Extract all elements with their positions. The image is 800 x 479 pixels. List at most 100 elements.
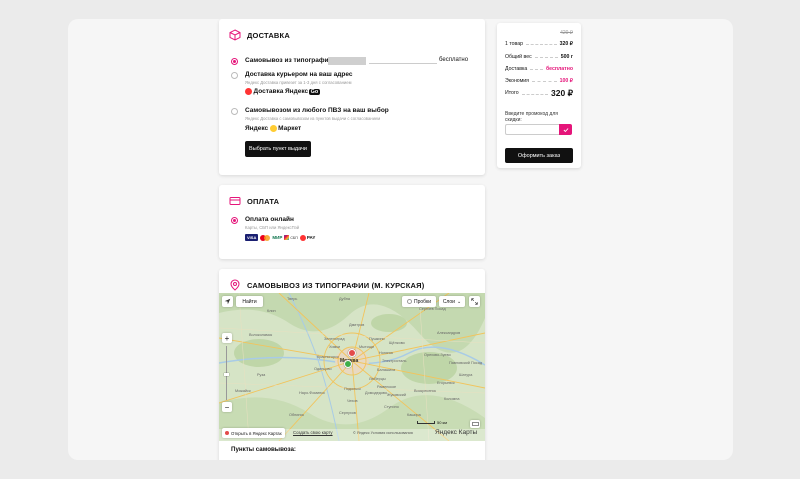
map-ruler-button[interactable]: [470, 420, 480, 428]
summary-row-value: 500 г: [560, 53, 573, 60]
yandex-delivery-icon: [245, 88, 252, 95]
payment-logos: VISA МИР СБП PAY: [245, 234, 315, 241]
traffic-light-icon: [407, 299, 412, 304]
summary-row-value: 320 ₽: [559, 40, 573, 47]
map-place-label: Зеленоград: [324, 337, 345, 341]
mir-logo: МИР: [272, 235, 283, 240]
map-place-label: Клин: [267, 309, 276, 313]
map-place-label: Обнинск: [289, 413, 305, 417]
total-label: Итого: [505, 90, 519, 96]
chevron-down-icon: ⌄: [456, 298, 462, 305]
radio-pickup[interactable]: [231, 58, 238, 65]
map-zoom-in-button[interactable]: +: [222, 333, 232, 343]
summary-row-leader: [530, 69, 543, 70]
map-place-label: Шатура: [459, 373, 473, 377]
map-place-label: Александров: [437, 331, 461, 335]
radio-pvz[interactable]: [231, 108, 238, 115]
yandex-delivery-text: Доставка: [253, 88, 284, 95]
map-pin-icon: [225, 431, 229, 435]
choose-pickup-point-button[interactable]: Выбрать пункт выдачи: [245, 141, 311, 157]
yandex-market-icon: [269, 125, 277, 132]
order-summary-card: 420 ₽ 1 товар 320 ₽ Общий вес 500 г Доставка…: [497, 23, 581, 168]
option-pickup-title: Самовывоз из типографии: [245, 57, 333, 64]
summary-row-label: Экономия: [505, 77, 529, 84]
online-payment-title: Оплата онлайн: [245, 216, 294, 223]
payment-title: ОПЛАТА: [247, 196, 280, 206]
map-place-label: Орехово-Зуево: [424, 353, 451, 357]
map-canvas: [219, 293, 485, 441]
summary-row: Доставка бесплатно: [505, 64, 573, 73]
map-layers-button[interactable]: Слои ⌄: [439, 296, 465, 307]
promo-apply-button[interactable]: [559, 124, 572, 135]
yandex-pay-icon: [299, 234, 306, 241]
map-marker-red[interactable]: [348, 349, 356, 357]
traffic-button-label: Пробки: [414, 298, 431, 305]
yandex-delivery-logo: Доставка: [245, 88, 283, 95]
map-zoom-handle[interactable]: [224, 373, 229, 376]
map-place-label: Коломна: [444, 397, 460, 401]
summary-row-label: Общий вес: [505, 53, 532, 60]
map-fullscreen-button[interactable]: [469, 296, 480, 307]
promo-input[interactable]: [505, 124, 559, 135]
map-place-label: Люберцы: [369, 377, 386, 381]
summary-row: Общий вес 500 г: [505, 52, 573, 61]
map-place-label: Руза: [257, 373, 266, 377]
map-place-label: Ступино: [384, 405, 399, 409]
map-zoom-out-button[interactable]: −: [222, 402, 232, 412]
option-pvz-title: Самовывозом из любого ПВЗ на ваш выбор: [245, 107, 389, 114]
summary-row-leader: [526, 44, 557, 45]
expand-icon: [471, 298, 478, 305]
map-marker-green[interactable]: [344, 360, 352, 368]
yandex-go-logo: Яндекс Go: [285, 88, 320, 95]
map-place-label: Наро-Фоминск: [299, 391, 325, 395]
delivery-header: ДОСТАВКА: [229, 27, 290, 43]
delivery-title: ДОСТАВКА: [247, 30, 290, 40]
map-place-label: Ногинск: [379, 351, 394, 355]
map-place-label: Воскресенск: [414, 389, 437, 393]
map-place-label: Балашиха: [377, 368, 396, 372]
option-courier-title: Доставка курьером на ваш адрес: [245, 71, 353, 78]
yandex-maps-brand: Яндекс Карты: [435, 429, 478, 436]
option-pvz-subtitle: Яндекс Доставка с самовывозом из пунктов…: [245, 116, 381, 121]
checkout-page: ДОСТАВКА Самовывоз из типографии бесплат…: [68, 19, 733, 460]
radio-online-payment[interactable]: [231, 217, 238, 224]
summary-row-label: Доставка: [505, 65, 528, 72]
map-place-label: Можайск: [235, 389, 251, 393]
sbp-text: СБП: [290, 235, 298, 240]
map-place-label: Дмитров: [349, 323, 365, 327]
map-find-button[interactable]: Найти: [236, 296, 263, 307]
map-copyright[interactable]: © Яндекс Условия использования: [353, 431, 413, 435]
map-place-label: Раменское: [377, 385, 397, 389]
yandex-go-text: Яндекс: [285, 88, 309, 95]
scale-label: 50 км: [437, 420, 448, 425]
package-icon: [229, 29, 241, 41]
map-place-label: Одинцово: [314, 367, 332, 371]
summary-total-row: Итого 320 ₽: [505, 87, 573, 99]
open-in-yandex-label: Открыть в Яндекс Картах: [231, 430, 282, 436]
open-in-yandex-maps-link[interactable]: Открыть в Яндекс Картах: [222, 428, 285, 438]
sbp-logo: СБП: [284, 235, 298, 240]
yandex-map[interactable]: Тверь Дубна Клин Сергиев Посад Зеленоград Хим…: [219, 293, 485, 441]
checkout-button[interactable]: Оформить заказ: [505, 148, 573, 163]
map-traffic-button[interactable]: Пробки: [402, 296, 436, 307]
ruler-icon: [471, 422, 479, 426]
summary-row: Экономия 100 ₽: [505, 76, 573, 85]
total-value: 320 ₽: [551, 87, 573, 98]
map-place-label: Электросталь: [382, 359, 407, 363]
create-map-link[interactable]: Создать свою карту: [293, 430, 333, 435]
total-leader: [521, 93, 549, 95]
option-pickup-price: бесплатно: [439, 57, 469, 63]
online-payment-subtitle: Карты, СБП или ЯндексПэй: [245, 225, 300, 230]
summary-row-leader: [531, 81, 557, 82]
map-locate-button[interactable]: [222, 296, 233, 307]
delivery-card: ДОСТАВКА Самовывоз из типографии бесплат…: [219, 19, 485, 175]
yandex-pay-logo: PAY: [299, 234, 315, 241]
pickup-map-card: САМОВЫВОЗ ИЗ ТИПОГРАФИИ (М. КУРСКАЯ) Тве…: [219, 269, 485, 460]
location-pin-icon: [230, 279, 240, 291]
map-place-label: Домодедово: [365, 391, 388, 395]
radio-courier[interactable]: [231, 72, 238, 79]
map-place-label: Тверь: [287, 297, 298, 301]
map-place-label: Подольск: [344, 387, 361, 391]
scale-bar: [417, 421, 435, 424]
old-price: 420 ₽: [560, 30, 573, 36]
